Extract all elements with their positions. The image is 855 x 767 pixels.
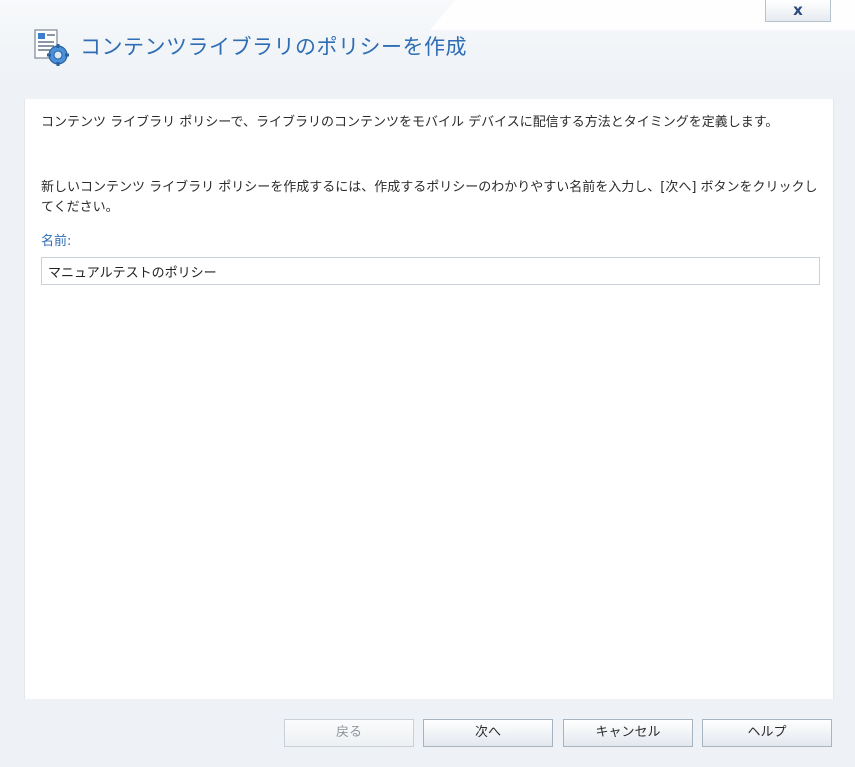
help-button[interactable]: ヘルプ — [702, 719, 832, 747]
document-gear-icon — [34, 29, 69, 66]
back-button[interactable]: 戻る — [284, 719, 414, 747]
name-label: 名前: — [41, 234, 72, 249]
create-policy-dialog: コンテンツライブラリのポリシーを作成 x コンテンツ ライブラリ ポリシーで、ラ… — [0, 0, 855, 767]
dialog-title: コンテンツライブラリのポリシーを作成 — [80, 35, 467, 59]
close-button[interactable]: x — [765, 0, 831, 22]
cancel-button[interactable]: キャンセル — [563, 719, 693, 747]
instruction-text: 新しいコンテンツ ライブラリ ポリシーを作成するには、作成するポリシーのわかりや… — [41, 180, 818, 215]
name-input[interactable] — [41, 257, 820, 285]
description-text: コンテンツ ライブラリ ポリシーで、ライブラリのコンテンツをモバイル デバイスに… — [41, 115, 779, 130]
content-panel: コンテンツ ライブラリ ポリシーで、ライブラリのコンテンツをモバイル デバイスに… — [24, 99, 834, 699]
next-button[interactable]: 次へ — [423, 719, 553, 747]
dialog-header: コンテンツライブラリのポリシーを作成 — [0, 0, 855, 84]
